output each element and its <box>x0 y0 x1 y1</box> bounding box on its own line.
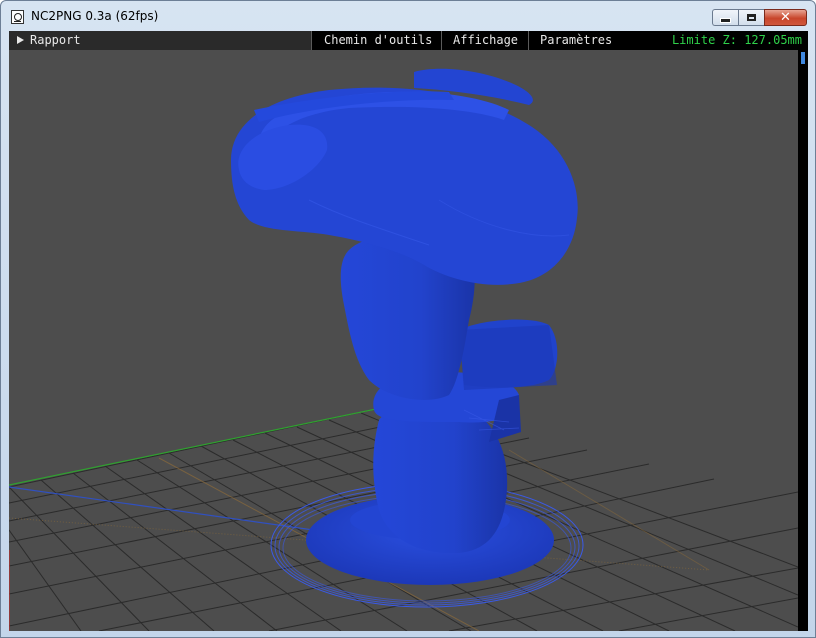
vertical-scrollbar[interactable] <box>798 50 808 631</box>
title-bar[interactable]: NC2PNG 0.3a (62fps) ✕ <box>1 1 815 31</box>
scrollbar-thumb[interactable] <box>801 52 805 64</box>
3d-viewport[interactable] <box>9 50 798 631</box>
close-button[interactable]: ✕ <box>764 9 807 26</box>
minimize-icon <box>721 19 730 22</box>
document-icon <box>11 10 24 24</box>
window-title: NC2PNG 0.3a (62fps) <box>31 9 159 23</box>
client-area: Rapport Chemin d'outils Affichage Paramè… <box>9 31 808 631</box>
minimize-button[interactable] <box>712 9 738 26</box>
viewport-canvas <box>9 50 798 631</box>
window-controls: ✕ <box>712 9 807 27</box>
menu-parametres[interactable]: Paramètres <box>540 33 612 47</box>
triangle-right-icon <box>17 36 24 44</box>
z-limit-readout: Limite Z: 127.05mm <box>671 33 802 47</box>
rapport-toggle[interactable]: Rapport <box>9 31 312 50</box>
rapport-label: Rapport <box>30 33 81 47</box>
menu-separator <box>441 31 442 50</box>
menu-bar: Rapport Chemin d'outils Affichage Paramè… <box>9 31 808 50</box>
app-window: NC2PNG 0.3a (62fps) ✕ Rapport Chemin d'o… <box>0 0 816 638</box>
maximize-icon <box>747 14 756 21</box>
close-icon: ✕ <box>780 10 791 25</box>
maximize-button[interactable] <box>738 9 764 26</box>
menu-chemin-d-outils[interactable]: Chemin d'outils <box>324 33 432 47</box>
menu-separator <box>528 31 529 50</box>
menu-affichage[interactable]: Affichage <box>453 33 518 47</box>
